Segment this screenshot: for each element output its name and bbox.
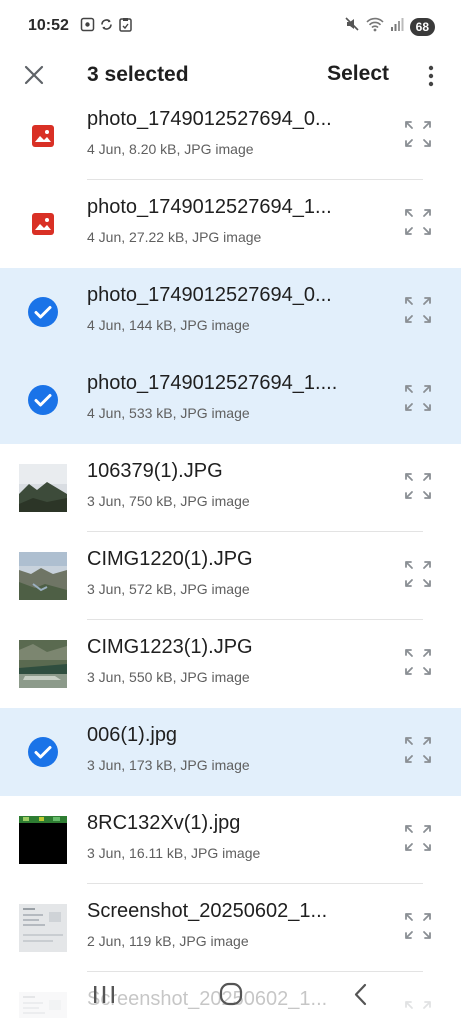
- file-meta: 3 Jun, 16.11 kB, JPG image: [87, 845, 261, 861]
- file-name: photo_1749012527694_0...: [87, 284, 332, 306]
- file-row[interactable]: 106379(1).JPG 3 Jun, 750 kB, JPG image: [0, 444, 461, 532]
- status-time: 10:52: [28, 17, 69, 34]
- expand-icon[interactable]: [403, 559, 433, 589]
- file-row[interactable]: CIMG1220(1).JPG 3 Jun, 572 kB, JPG image: [0, 532, 461, 620]
- file-meta: 4 Jun, 144 kB, JPG image: [87, 317, 250, 333]
- status-left-icons: [80, 17, 133, 32]
- file-row[interactable]: photo_1749012527694_1... 4 Jun, 27.22 kB,…: [0, 180, 461, 268]
- file-name: CIMG1223(1).JPG: [87, 636, 253, 658]
- expand-icon[interactable]: [403, 295, 433, 325]
- mute-icon: [344, 16, 360, 37]
- file-meta: 3 Jun, 750 kB, JPG image: [87, 493, 250, 509]
- valley-photo-thumbnail: [19, 552, 67, 600]
- file-row[interactable]: Screenshot_20250602_1... 2 Jun, 119 kB, J…: [0, 884, 461, 972]
- more-vert-icon[interactable]: [421, 63, 441, 89]
- expand-icon[interactable]: [403, 911, 433, 941]
- expand-icon[interactable]: [403, 735, 433, 765]
- image-placeholder-icon: [19, 200, 67, 248]
- mountain-photo-thumbnail: [19, 464, 67, 512]
- file-meta: 4 Jun, 8.20 kB, JPG image: [87, 141, 254, 157]
- file-meta: 3 Jun, 173 kB, JPG image: [87, 757, 250, 773]
- river-photo-thumbnail: [19, 640, 67, 688]
- home-icon[interactable]: [213, 980, 249, 1010]
- sync-icon: [99, 17, 114, 32]
- signal-icon: [390, 16, 404, 37]
- expand-icon[interactable]: [403, 383, 433, 413]
- screenshot-icon: [80, 17, 95, 32]
- expand-icon[interactable]: [403, 471, 433, 501]
- file-row[interactable]: 8RC132Xv(1).jpg 3 Jun, 16.11 kB, JPG imag…: [0, 796, 461, 884]
- top-app-bar: 3 selected Select: [0, 52, 461, 98]
- file-name: photo_1749012527694_1....: [87, 372, 338, 394]
- check-circle-icon: [19, 288, 67, 336]
- expand-icon[interactable]: [403, 823, 433, 853]
- file-name: photo_1749012527694_1...: [87, 196, 332, 218]
- file-name: 8RC132Xv(1).jpg: [87, 812, 241, 834]
- image-placeholder-icon: [19, 112, 67, 160]
- clipboard-icon: [118, 17, 133, 32]
- black-image-thumbnail: [19, 816, 67, 864]
- wifi-icon: [366, 16, 384, 37]
- check-circle-icon: [19, 728, 67, 776]
- file-row[interactable]: photo_1749012527694_1.... 4 Jun, 533 kB, …: [0, 356, 461, 444]
- battery-icon: 68: [409, 17, 435, 36]
- file-meta: 3 Jun, 550 kB, JPG image: [87, 669, 250, 685]
- file-name: 106379(1).JPG: [87, 460, 223, 482]
- file-row[interactable]: 006(1).jpg 3 Jun, 173 kB, JPG image: [0, 708, 461, 796]
- file-name: CIMG1220(1).JPG: [87, 548, 253, 570]
- file-meta: 4 Jun, 27.22 kB, JPG image: [87, 229, 262, 245]
- file-meta: 2 Jun, 119 kB, JPG image: [87, 933, 249, 949]
- check-circle-icon: [19, 376, 67, 424]
- expand-icon[interactable]: [403, 119, 433, 149]
- file-row[interactable]: CIMG1223(1).JPG 3 Jun, 550 kB, JPG image: [0, 620, 461, 708]
- file-meta: 4 Jun, 533 kB, JPG image: [87, 405, 250, 421]
- file-name: photo_1749012527694_0...: [87, 108, 332, 130]
- select-button[interactable]: Select: [327, 62, 389, 86]
- file-row[interactable]: photo_1749012527694_0... 4 Jun, 8.20 kB, …: [0, 98, 461, 180]
- recents-icon[interactable]: [86, 980, 122, 1010]
- system-nav-bar: [0, 970, 461, 1024]
- status-bar: 10:52 68: [0, 0, 461, 52]
- expand-icon[interactable]: [403, 207, 433, 237]
- screenshot-thumbnail: [19, 904, 67, 952]
- file-list: photo_1749012527694_0... 4 Jun, 8.20 kB, …: [0, 98, 461, 1018]
- file-row[interactable]: photo_1749012527694_0... 4 Jun, 144 kB, J…: [0, 268, 461, 356]
- expand-icon[interactable]: [403, 647, 433, 677]
- close-icon[interactable]: [20, 61, 48, 89]
- status-right-icons: 68: [344, 16, 435, 37]
- selection-count-title: 3 selected: [87, 63, 189, 86]
- file-name: 006(1).jpg: [87, 724, 178, 746]
- file-name: Screenshot_20250602_1...: [87, 900, 328, 922]
- back-icon[interactable]: [343, 980, 379, 1010]
- file-meta: 3 Jun, 572 kB, JPG image: [87, 581, 250, 597]
